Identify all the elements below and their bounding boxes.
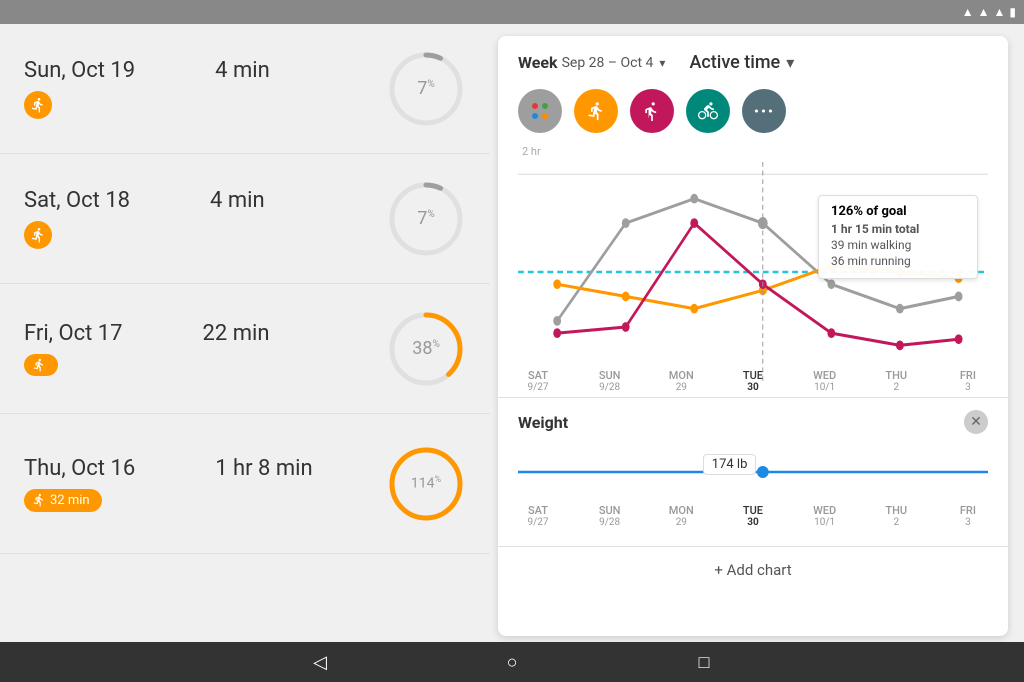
activity-icons-row: ··· [498,85,1008,145]
bluetooth-icon: ▲ [962,5,974,19]
activity-icon [24,221,52,249]
list-item[interactable]: Thu, Oct 16 1 hr 8 min 32 min 114% [0,414,490,554]
active-time-chart: 2 hr [498,145,1008,365]
tooltip-total: 1 hr 15 min total [831,222,919,236]
progress-label: 7% [417,208,434,229]
main-content: Sun, Oct 19 4 min 7% [0,24,1024,642]
week-label: Week [518,53,558,72]
week-selector[interactable]: Week Sep 28 – Oct 4 ▾ [518,53,665,72]
weight-title: Weight [518,413,568,432]
activity-pill: 32 min [24,489,102,512]
circle-progress: 114% [386,444,466,524]
day-date: Fri, Oct 17 [24,321,123,346]
activity-type-cycling[interactable] [686,89,730,133]
recents-button[interactable]: □ [688,646,720,678]
status-bar: ▲ ▲ ▲ ▮ [0,0,1024,24]
activity-icon [24,91,52,119]
tooltip-running: 36 min running [831,254,965,268]
list-item[interactable]: Fri, Oct 17 22 min 38% [0,284,490,414]
activity-type-walking[interactable] [574,89,618,133]
nav-bar: ◁ ○ □ [0,642,1024,682]
chart-title: Active time [689,52,780,73]
wifi-icon: ▲ [978,5,990,19]
week-dropdown-arrow: ▾ [659,56,665,70]
battery-icon: ▮ [1009,5,1016,19]
day-date: Thu, Oct 16 [24,456,135,481]
activity-type-all[interactable] [518,89,562,133]
week-range: Sep 28 – Oct 4 [562,55,654,71]
left-panel: Sun, Oct 19 4 min 7% [0,24,490,642]
list-item[interactable]: Sun, Oct 19 4 min 7% [0,24,490,154]
progress-label: 38% [412,338,440,359]
circle-progress: 38% [386,309,466,389]
chart-title-dropdown-arrow: ▾ [786,53,794,72]
day-duration: 4 min [210,188,265,213]
right-panel: Week Sep 28 – Oct 4 ▾ Active time ▾ [490,24,1024,642]
day-duration: 1 hr 8 min [215,456,312,481]
add-chart-label: + Add chart [714,561,791,579]
chart-tooltip: 126% of goal 1 hr 15 min total 39 min wa… [818,195,978,279]
back-button[interactable]: ◁ [304,646,336,678]
progress-label: 114% [411,475,441,492]
day-date: Sun, Oct 19 [24,58,135,83]
home-button[interactable]: ○ [496,646,528,678]
y-axis-label: 2 hr [518,145,988,158]
chart-header: Week Sep 28 – Oct 4 ▾ Active time ▾ [498,36,1008,85]
weight-x-labels: SAT 9/27 SUN 9/28 MON 29 TUE 30 [518,502,988,530]
weight-value: 174 lb [703,454,757,475]
signal-icon: ▲ [994,5,1006,19]
day-duration: 4 min [215,58,270,83]
circle-progress: 7% [386,49,466,129]
day-date: Sat, Oct 18 [24,188,130,213]
add-chart-button[interactable]: + Add chart [498,546,1008,593]
day-duration: 22 min [203,321,270,346]
weight-chart: 174 lb [518,442,988,502]
activity-type-running[interactable] [630,89,674,133]
close-weight-button[interactable]: ✕ [964,410,988,434]
circle-progress: 7% [386,179,466,259]
activity-type-more[interactable]: ··· [742,89,786,133]
extra-text: 32 min [50,493,90,508]
weight-section: Weight ✕ 174 lb [498,397,1008,542]
list-item[interactable]: Sat, Oct 18 4 min 7% [0,154,490,284]
tooltip-walking: 39 min walking [831,238,965,252]
activity-pill [24,354,58,376]
tooltip-goal: 126% of goal [831,204,965,219]
progress-label: 7% [417,78,434,99]
chart-card: Week Sep 28 – Oct 4 ▾ Active time ▾ [498,36,1008,636]
